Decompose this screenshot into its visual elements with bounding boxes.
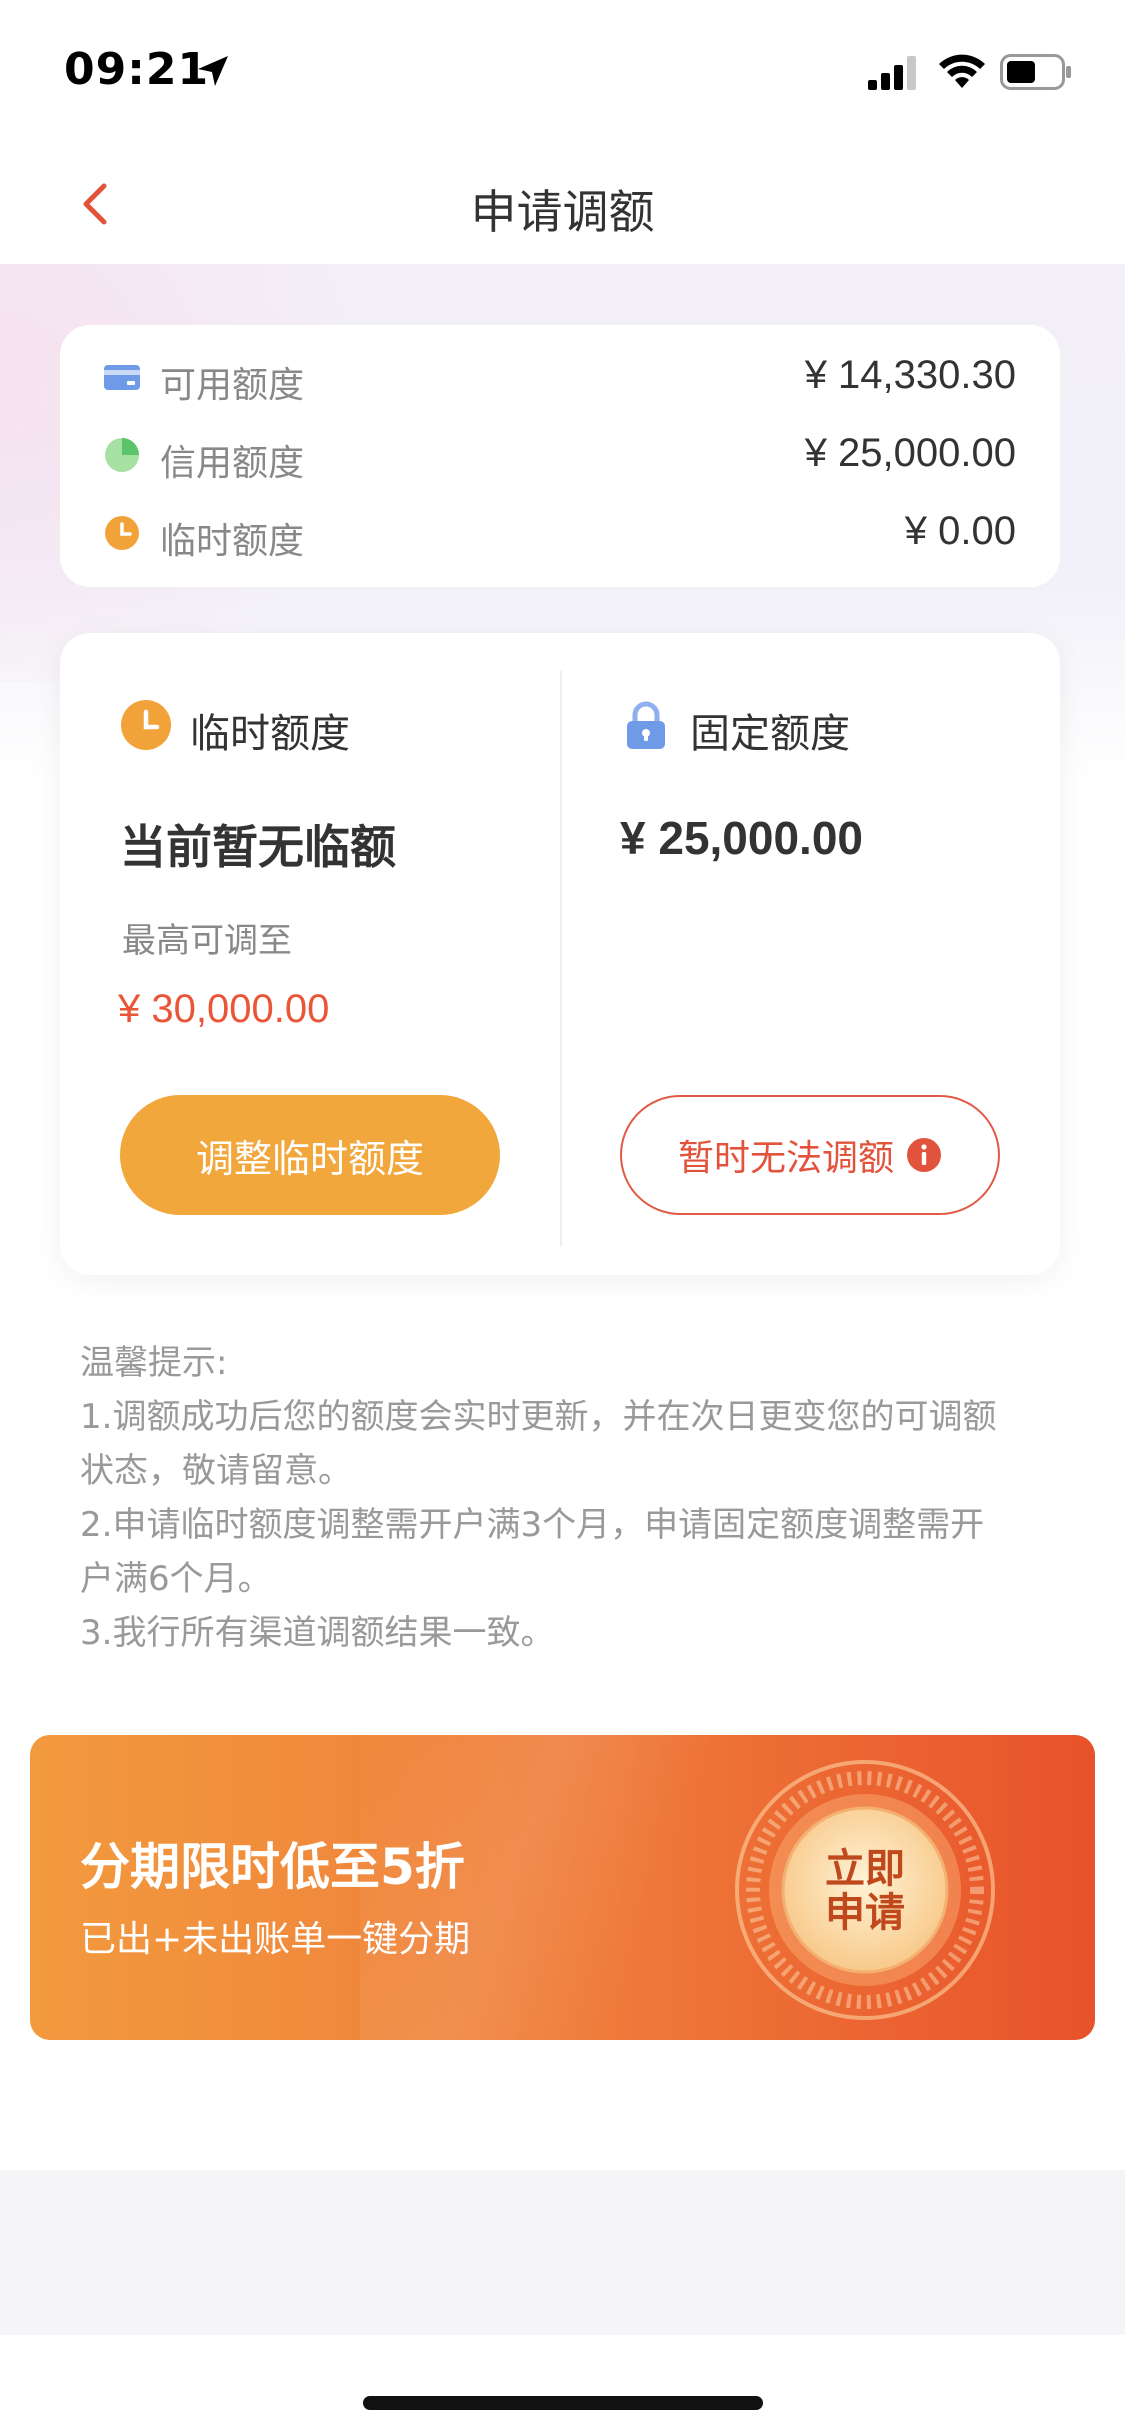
nav-bar: 申请调额 — [0, 140, 1125, 264]
adjust-temp-limit-button[interactable]: 调整临时额度 — [120, 1095, 500, 1215]
tips-section: 温馨提示: 1.调额成功后您的额度会实时更新，并在次日更变您的可调额 状态，敬请… — [80, 1336, 1060, 1660]
tip-line: 状态，敬请留意。 — [80, 1451, 352, 1491]
credit-limit-value: ¥ 25,000.00 — [804, 431, 1016, 475]
status-bar: 09:21 — [0, 0, 1125, 140]
banner-subtitle: 已出+未出账单一键分期 — [80, 1919, 471, 1960]
column-divider — [560, 671, 562, 1247]
available-limit-value: ¥ 14,330.30 — [804, 353, 1016, 397]
home-indicator[interactable] — [363, 2396, 763, 2410]
apply-now-line2: 申请 — [825, 1890, 905, 1936]
max-adjust-value: ¥ 30,000.00 — [118, 987, 330, 1031]
credit-limit-row: 信用额度 ¥ 25,000.00 — [104, 425, 1016, 485]
credit-limit-label: 信用额度 — [160, 443, 305, 484]
tip-line: 3.我行所有渠道调额结果一致。 — [80, 1613, 555, 1653]
limit-summary-card: 可用额度 ¥ 14,330.30 信用额度 ¥ 25,000.00 临时额度 ¥… — [60, 325, 1060, 587]
max-adjust-label: 最高可调至 — [122, 921, 292, 961]
banner-title: 分期限时低至5折 — [80, 1838, 465, 1896]
page-title: 申请调额 — [470, 185, 655, 239]
temp-limit-row: 临时额度 ¥ 0.00 — [104, 503, 1016, 563]
fixed-limit-unavailable-button[interactable]: 暂时无法调额 — [620, 1095, 1000, 1215]
wifi-icon — [939, 54, 985, 88]
card-icon — [104, 365, 140, 390]
installment-promo-banner[interactable]: 分期限时低至5折 已出+未出账单一键分期 立即 申请 — [30, 1735, 1095, 2040]
cellular-signal-icon — [868, 56, 916, 90]
battery-icon — [1000, 54, 1071, 90]
fixed-limit-title: 固定额度 — [690, 711, 850, 757]
temp-limit-label: 临时额度 — [160, 521, 305, 562]
fixed-limit-button-label: 暂时无法调额 — [677, 1138, 894, 1179]
limit-adjust-card: 临时额度 固定额度 当前暂无临额 最高可调至 ¥ 30,000.00 ¥ 25,… — [60, 633, 1060, 1275]
tip-line: 户满6个月。 — [80, 1559, 272, 1599]
tips-title: 温馨提示: — [80, 1343, 228, 1383]
fixed-limit-header: 固定额度 — [620, 693, 1000, 757]
pie-icon — [105, 438, 139, 472]
clock-icon — [121, 700, 171, 750]
info-icon[interactable] — [906, 1137, 942, 1173]
available-limit-label: 可用额度 — [160, 365, 305, 406]
bottom-area — [0, 2170, 1125, 2335]
tip-line: 1.调额成功后您的额度会实时更新，并在次日更变您的可调额 — [80, 1397, 997, 1437]
temp-limit-status: 当前暂无临额 — [120, 820, 396, 874]
temp-limit-header: 临时额度 — [120, 693, 500, 757]
fixed-limit-value: ¥ 25,000.00 — [620, 812, 864, 864]
lock-icon — [627, 701, 665, 749]
apply-now-text[interactable]: 立即 申请 — [810, 1847, 920, 1935]
clock-icon — [105, 516, 139, 550]
status-time: 09:21 — [64, 44, 210, 95]
temp-limit-value: ¥ 0.00 — [904, 509, 1016, 553]
location-arrow-icon — [198, 56, 228, 86]
apply-now-line1: 立即 — [825, 1846, 905, 1892]
tip-line: 2.申请临时额度调整需开户满3个月，申请固定额度调整需开 — [80, 1505, 985, 1545]
available-limit-row: 可用额度 ¥ 14,330.30 — [104, 347, 1016, 407]
temp-limit-title: 临时额度 — [190, 711, 350, 757]
